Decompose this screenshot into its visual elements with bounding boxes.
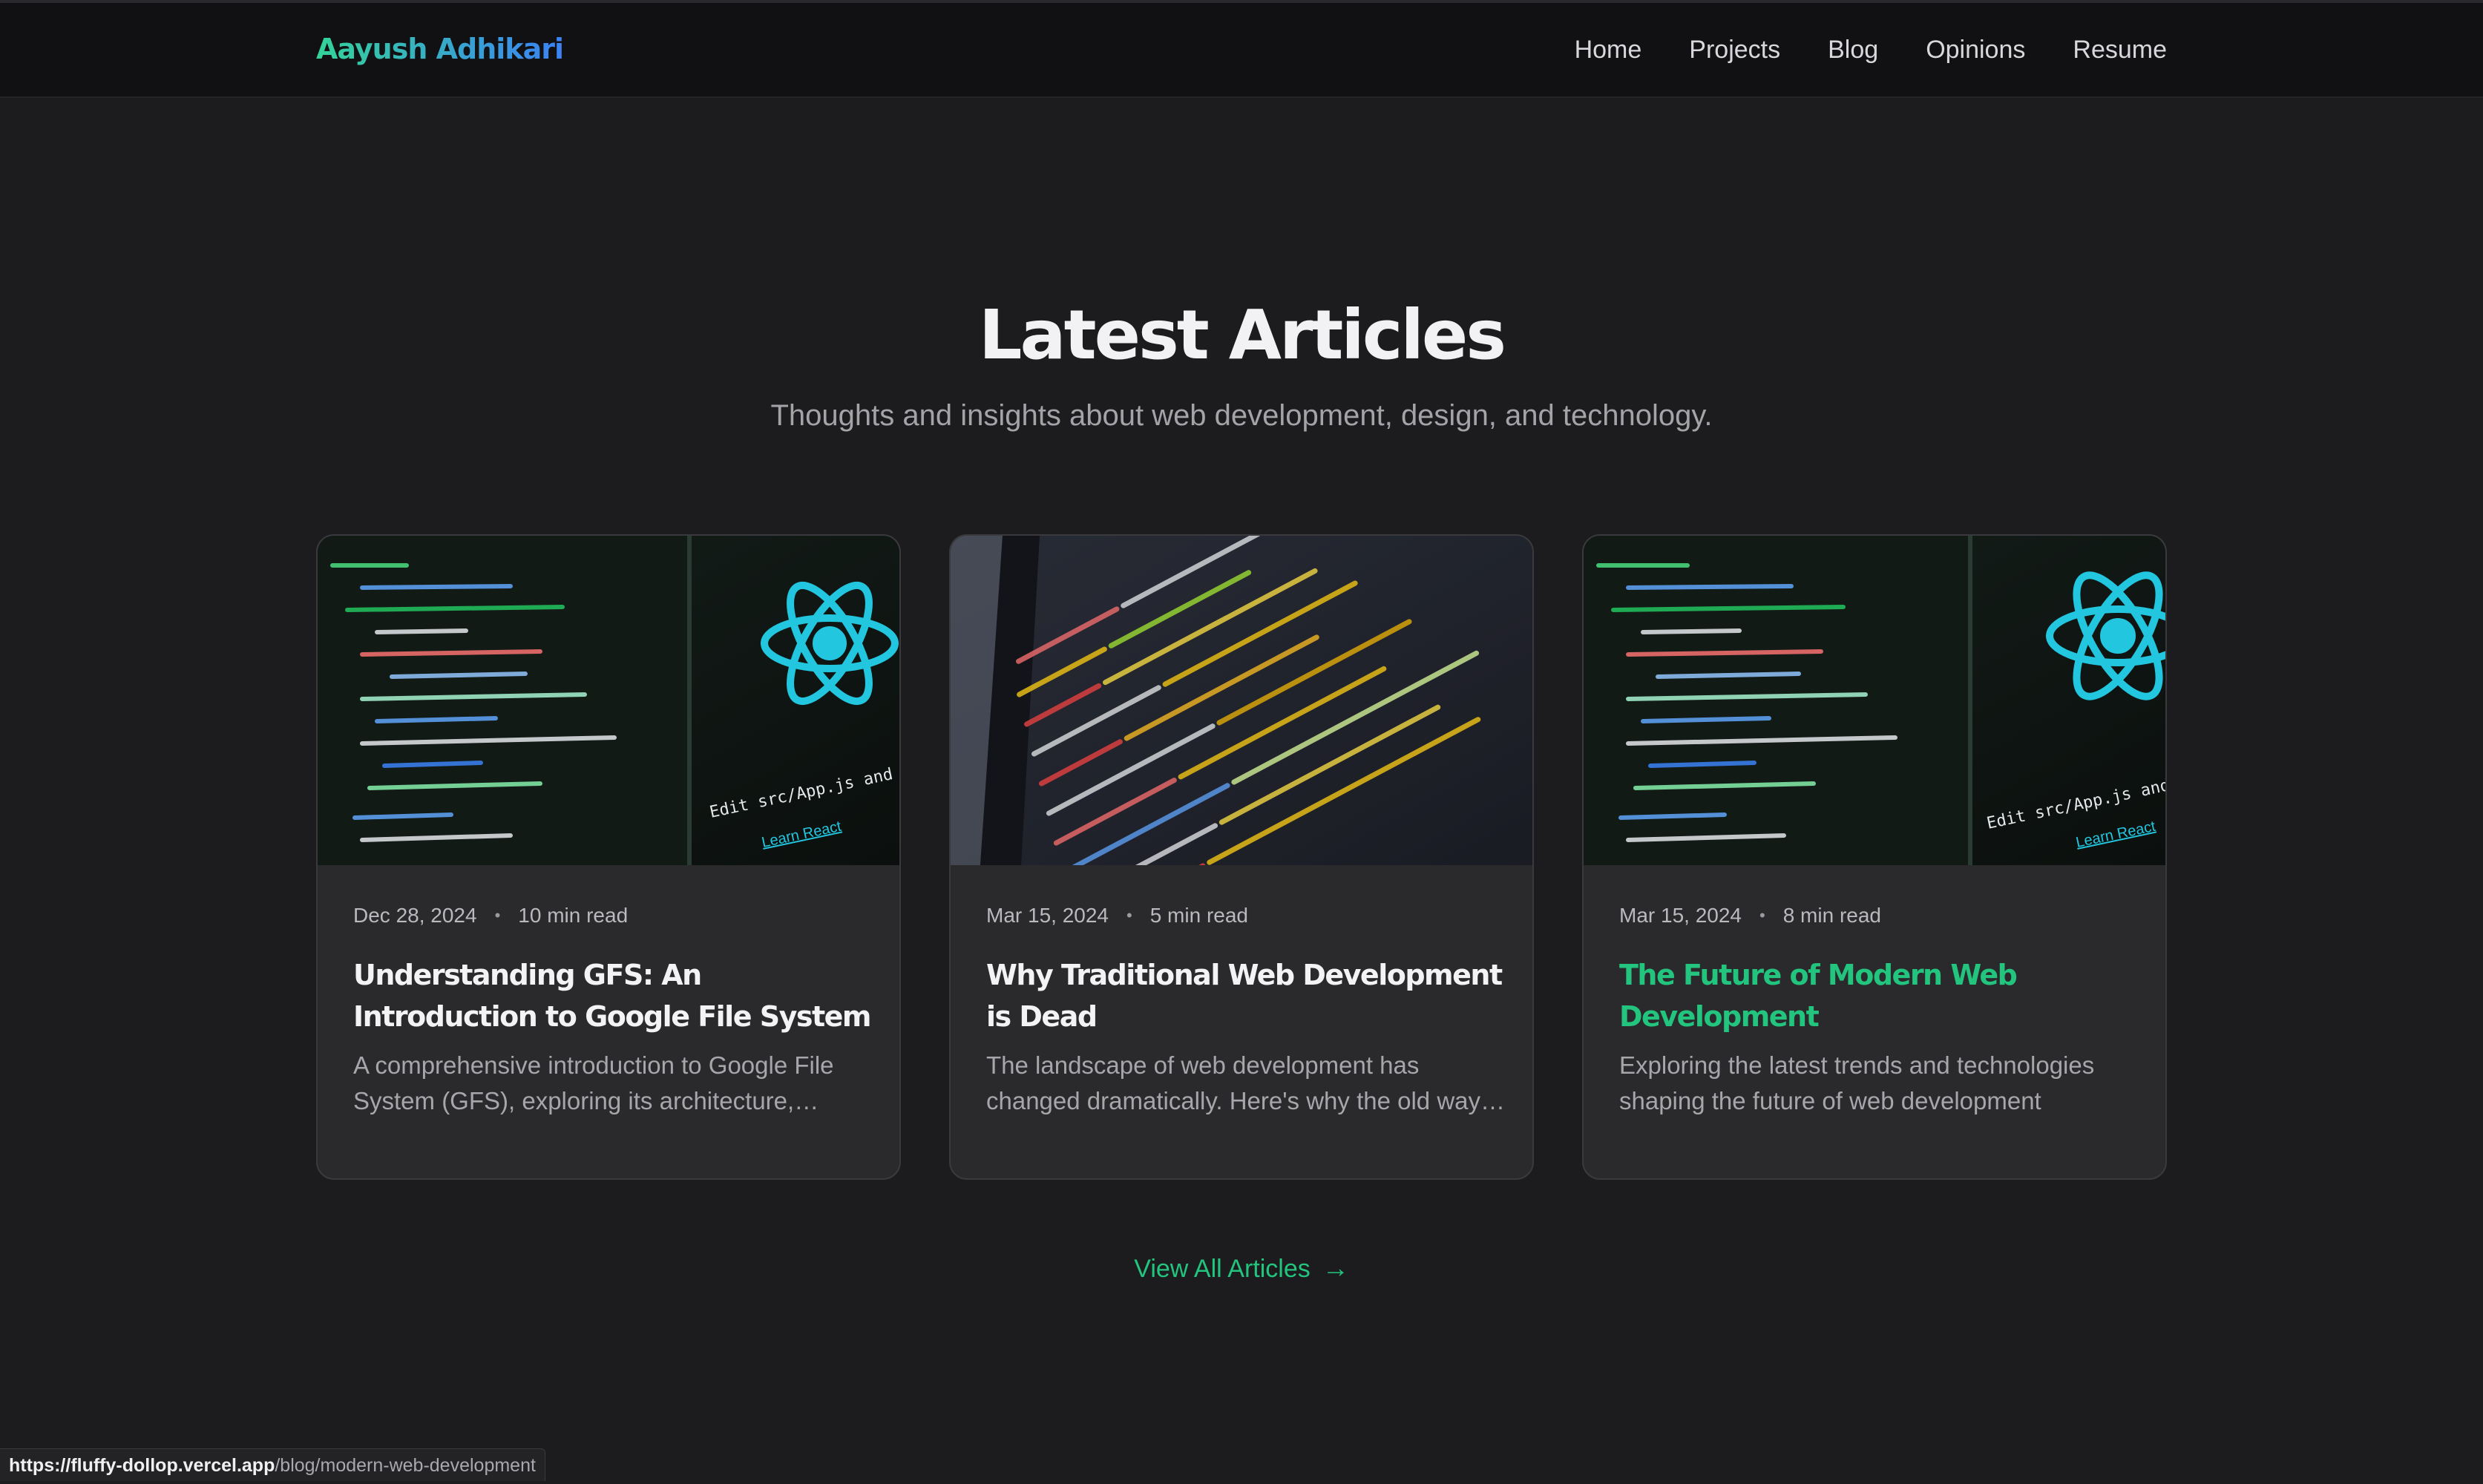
- php-code-screen-image: [951, 536, 1532, 865]
- separator-dot: •: [1759, 906, 1765, 925]
- nav-blog[interactable]: Blog: [1828, 36, 1878, 65]
- brand-logo[interactable]: Aayush Adhikari: [316, 33, 564, 65]
- arrow-right-icon: →: [1322, 1252, 1349, 1283]
- article-description: The landscape of web development has cha…: [986, 1051, 1493, 1114]
- article-date: Mar 15, 2024: [1619, 904, 1742, 927]
- article-meta: Mar 15, 2024 • 5 min read: [986, 904, 1248, 928]
- page-title: Latest Articles: [978, 295, 1506, 375]
- article-title[interactable]: Why Traditional Web Development is Dead: [986, 954, 1506, 1037]
- article-thumbnail: Edit src/App.js and save to reload. Lear…: [318, 536, 899, 865]
- article-title[interactable]: Understanding GFS: An Introduction to Go…: [353, 954, 873, 1037]
- nav-opinions[interactable]: Opinions: [1926, 36, 2025, 65]
- view-all-label: View All Articles: [1134, 1255, 1311, 1283]
- view-all-articles-link[interactable]: View All Articles →: [0, 1252, 2483, 1284]
- article-card[interactable]: Edit src/App.js and save to reload. Lear…: [316, 534, 901, 1180]
- article-description: Exploring the latest trends and technolo…: [1619, 1051, 2095, 1114]
- article-date: Dec 28, 2024: [353, 904, 477, 927]
- article-date: Mar 15, 2024: [986, 904, 1109, 927]
- link-status-bar: https://fluffy-dollop.vercel.app/blog/mo…: [0, 1448, 545, 1481]
- article-read-time: 5 min read: [1149, 904, 1248, 927]
- react-code-editor-image: Edit src/App.js and save to reload. Lear…: [318, 536, 899, 865]
- nav-projects[interactable]: Projects: [1689, 36, 1780, 65]
- article-thumbnail: Edit src/App.js and save Learn React: [1584, 536, 2165, 865]
- main-nav: Home Projects Blog Opinions Resume: [1575, 36, 2167, 65]
- article-meta: Mar 15, 2024 • 8 min read: [1619, 904, 1881, 928]
- separator-dot: •: [494, 906, 501, 925]
- article-card[interactable]: Edit src/App.js and save Learn React Mar…: [1582, 534, 2167, 1180]
- site-header: Aayush Adhikari Home Projects Blog Opini…: [0, 0, 2483, 98]
- status-url-path: /blog/modern-web-development: [275, 1455, 536, 1476]
- nav-home[interactable]: Home: [1575, 36, 1642, 65]
- article-grid: Edit src/App.js and save to reload. Lear…: [316, 534, 2167, 1180]
- article-meta: Dec 28, 2024 • 10 min read: [353, 904, 628, 928]
- status-url-host: https://fluffy-dollop.vercel.app: [9, 1455, 275, 1476]
- article-card[interactable]: Mar 15, 2024 • 5 min read Why Traditiona…: [949, 534, 1534, 1180]
- nav-resume[interactable]: Resume: [2073, 36, 2167, 65]
- separator-dot: •: [1126, 906, 1132, 925]
- article-description: A comprehensive introduction to Google F…: [353, 1051, 834, 1114]
- page-subtitle: Thoughts and insights about web developm…: [770, 399, 1713, 432]
- article-read-time: 8 min read: [1782, 904, 1881, 927]
- article-title[interactable]: The Future of Modern Web Development: [1619, 954, 2139, 1037]
- article-read-time: 10 min read: [518, 904, 629, 927]
- article-thumbnail: [951, 536, 1532, 865]
- react-code-editor-image: Edit src/App.js and save Learn React: [1584, 536, 2165, 865]
